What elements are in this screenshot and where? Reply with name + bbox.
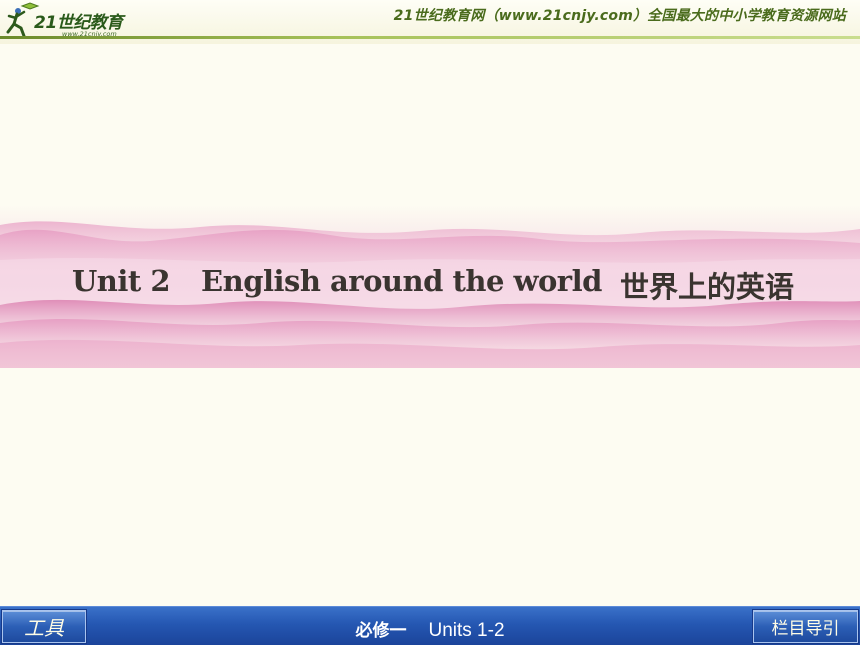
tools-button[interactable]: 工具 [2, 610, 86, 643]
footer-toolbar: 工具 必修一 Units 1-2 栏目导引 [0, 606, 860, 645]
site-slogan: 21世纪教育网（www.21cnjy.com）全国最大的中小学教育资源网站 [393, 8, 846, 24]
section-nav-button[interactable]: 栏目导引 [753, 610, 858, 643]
site-logo[interactable]: 21世纪教育 www.21cnjy.com [4, 2, 144, 38]
course-label: 必修一 [355, 621, 407, 641]
units-label: Units 1-2 [428, 620, 505, 641]
unit-label: Unit 2 [72, 264, 171, 298]
topic-english: English around the world [201, 264, 602, 298]
slide-title: Unit 2 English around the world 世界上的英语 [0, 262, 860, 304]
topic-chinese: 世界上的英语 [620, 270, 795, 304]
header-divider [0, 36, 860, 39]
course-info: 必修一 Units 1-2 [300, 616, 560, 642]
